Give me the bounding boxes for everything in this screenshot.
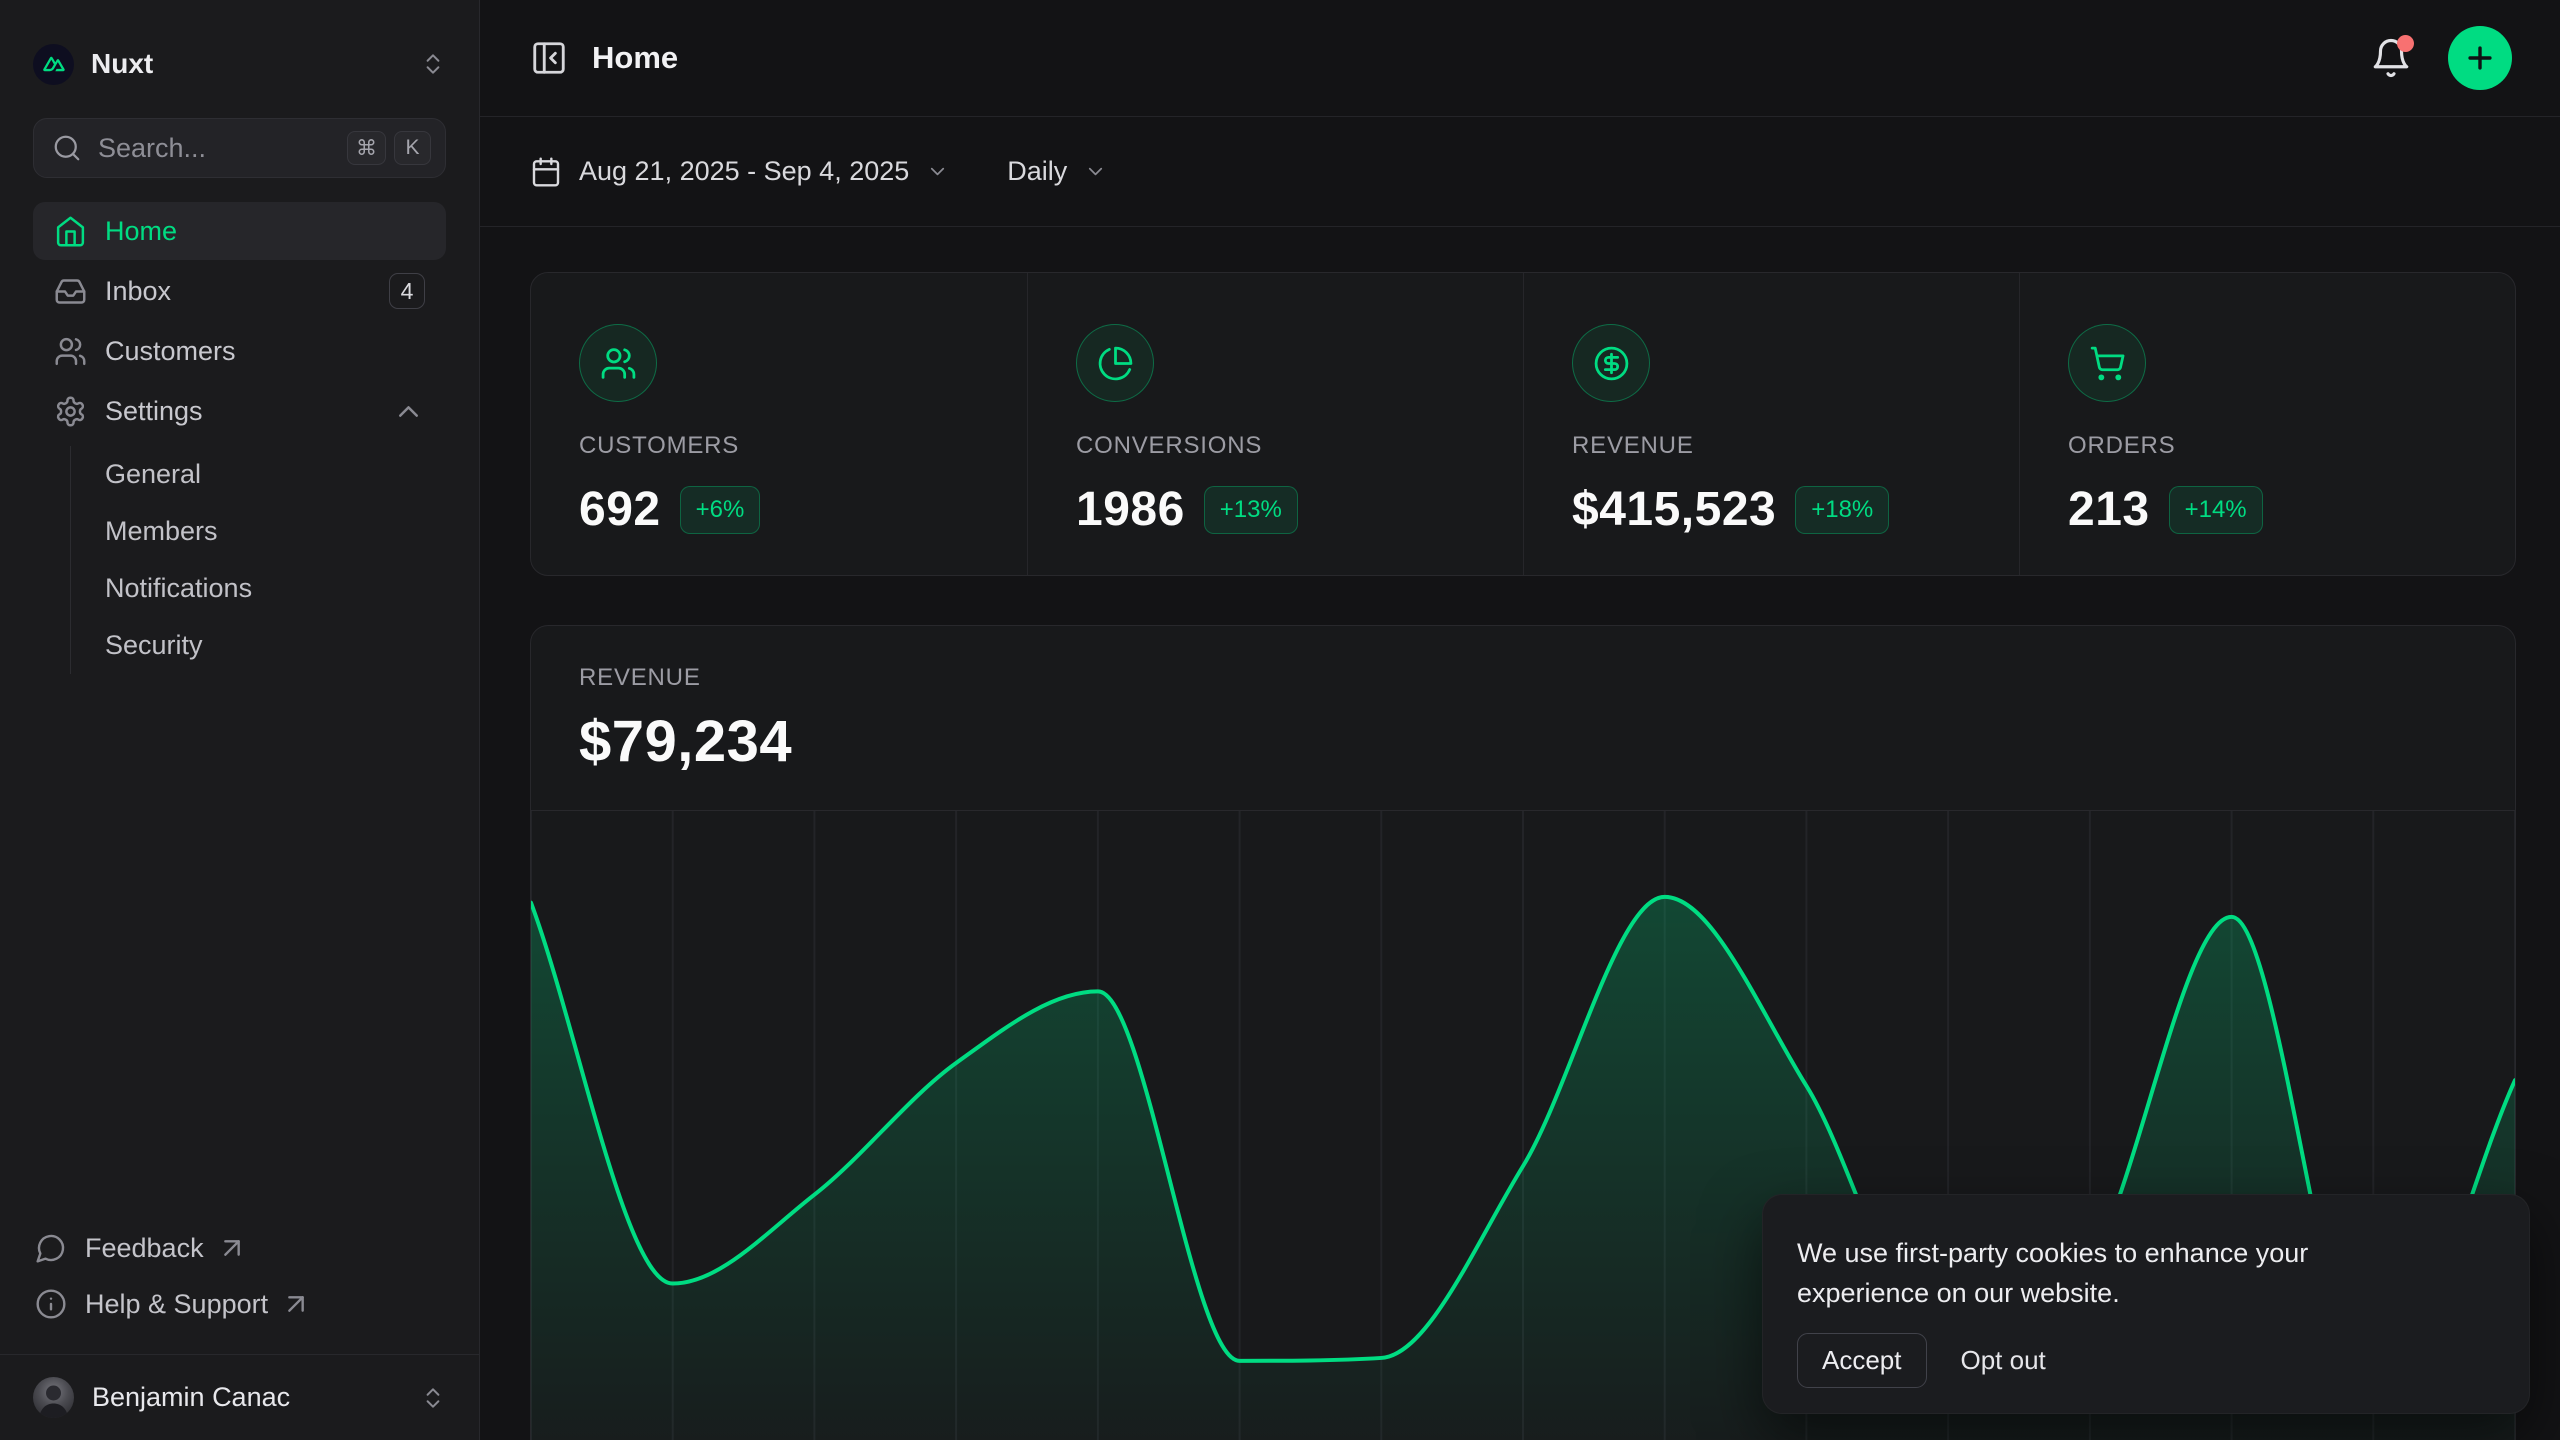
info-icon (35, 1288, 67, 1320)
chevron-down-icon (1084, 160, 1107, 183)
cookie-message: We use first-party cookies to enhance yo… (1797, 1233, 2417, 1313)
top-header: Home (480, 0, 2560, 117)
message-circle-icon (35, 1232, 67, 1264)
arrow-up-right-icon (280, 1288, 312, 1320)
sidebar-nav: Home Inbox 4 Customers Settings GeneralMember… (0, 192, 479, 692)
search-icon (52, 133, 82, 163)
stat-value: 213 (2068, 482, 2150, 537)
gear-icon (54, 395, 87, 428)
search-input[interactable]: Search... ⌘ K (33, 118, 446, 178)
stat-icon-circle (579, 324, 657, 402)
chevron-down-icon (926, 160, 949, 183)
collapse-sidebar-button[interactable] (530, 39, 568, 77)
add-button[interactable] (2448, 26, 2512, 90)
sidebar-item-label: Home (105, 216, 177, 247)
notifications-button[interactable] (2370, 37, 2412, 79)
stat-icon-circle (1572, 324, 1650, 402)
k-key: K (394, 131, 431, 165)
stats-card: CUSTOMERS 692 +6% CONVERSIONS 1986 +13% REVENU… (530, 272, 2516, 576)
notification-dot (2397, 35, 2414, 52)
chevron-up-icon (392, 395, 425, 428)
workspace-selector[interactable]: Nuxt (33, 36, 446, 92)
sidebar-subitem-security[interactable]: Security (71, 617, 446, 674)
avatar (33, 1377, 74, 1418)
filters-toolbar: Aug 21, 2025 - Sep 4, 2025 Daily (480, 117, 2560, 227)
users-icon (54, 335, 87, 368)
stat-label: CONVERSIONS (1076, 432, 1523, 460)
cookie-optout-button[interactable]: Opt out (1961, 1345, 2046, 1376)
users-icon (600, 345, 637, 382)
sidebar-link-label: Feedback (85, 1233, 204, 1264)
granularity-select[interactable]: Daily (1007, 156, 1107, 187)
chevrons-up-down-icon (420, 51, 446, 77)
stat-delta-badge: +18% (1795, 486, 1889, 534)
pie-chart-icon (1097, 345, 1134, 382)
sidebar-item-settings[interactable]: Settings (33, 382, 446, 440)
stat-icon-circle (1076, 324, 1154, 402)
sidebar: Nuxt Search... ⌘ K Home Inbox 4 Customers Se… (0, 0, 480, 1440)
inbox-icon (54, 275, 87, 308)
stat-label: CUSTOMERS (579, 432, 1027, 460)
sidebar-subitem-notifications[interactable]: Notifications (71, 560, 446, 617)
sidebar-footer-links: Feedback Help & Support (0, 1220, 479, 1354)
sidebar-subitem-general[interactable]: General (71, 446, 446, 503)
cookie-accept-button[interactable]: Accept (1797, 1333, 1927, 1388)
arrow-up-right-icon (216, 1232, 248, 1264)
date-range-label: Aug 21, 2025 - Sep 4, 2025 (579, 156, 909, 187)
stat-delta-badge: +13% (1204, 486, 1298, 534)
granularity-label: Daily (1007, 156, 1067, 187)
search-placeholder: Search... (98, 133, 206, 164)
stat-label: ORDERS (2068, 432, 2515, 460)
page-title: Home (592, 40, 678, 76)
stat-label: REVENUE (1572, 432, 2019, 460)
sidebar-item-label: Customers (105, 336, 236, 367)
inbox-count-badge: 4 (389, 273, 425, 309)
stat-value: 692 (579, 482, 661, 537)
stat-value: 1986 (1076, 482, 1185, 537)
sidebar-link-feedback[interactable]: Feedback (33, 1220, 446, 1276)
nuxt-logo-icon (33, 44, 74, 85)
user-menu[interactable]: Benjamin Canac (0, 1355, 479, 1440)
stat-cell-orders: ORDERS 213 +14% (2019, 273, 2515, 575)
revenue-chart-value: $79,234 (579, 708, 2467, 775)
stat-icon-circle (2068, 324, 2146, 402)
cmd-key: ⌘ (347, 131, 386, 165)
circle-dollar-icon (1593, 345, 1630, 382)
stat-delta-badge: +14% (2169, 486, 2263, 534)
chevrons-up-down-icon (420, 1385, 446, 1411)
revenue-chart-label: REVENUE (579, 664, 2467, 692)
sidebar-item-home[interactable]: Home (33, 202, 446, 260)
stat-cell-customers: CUSTOMERS 692 +6% (531, 273, 1027, 575)
stat-cell-conversions: CONVERSIONS 1986 +13% (1027, 273, 1523, 575)
shopping-cart-icon (2089, 345, 2126, 382)
sidebar-sublist-settings: GeneralMembersNotificationsSecurity (70, 446, 446, 674)
sidebar-item-label: Settings (105, 396, 203, 427)
stat-delta-badge: +6% (680, 486, 761, 534)
stat-value: $415,523 (1572, 482, 1776, 537)
sidebar-subitem-members[interactable]: Members (71, 503, 446, 560)
stat-cell-revenue: REVENUE $415,523 +18% (1523, 273, 2019, 575)
cookie-banner: We use first-party cookies to enhance yo… (1762, 1194, 2530, 1414)
date-range-picker[interactable]: Aug 21, 2025 - Sep 4, 2025 (530, 156, 949, 188)
calendar-icon (530, 156, 562, 188)
workspace-name: Nuxt (91, 48, 153, 80)
sidebar-link-label: Help & Support (85, 1289, 268, 1320)
sidebar-item-label: Inbox (105, 276, 171, 307)
sidebar-link-help-support[interactable]: Help & Support (33, 1276, 446, 1332)
sidebar-item-customers[interactable]: Customers (33, 322, 446, 380)
sidebar-item-inbox[interactable]: Inbox 4 (33, 262, 446, 320)
home-icon (54, 215, 87, 248)
user-name: Benjamin Canac (92, 1382, 290, 1413)
search-shortcut: ⌘ K (347, 131, 431, 165)
